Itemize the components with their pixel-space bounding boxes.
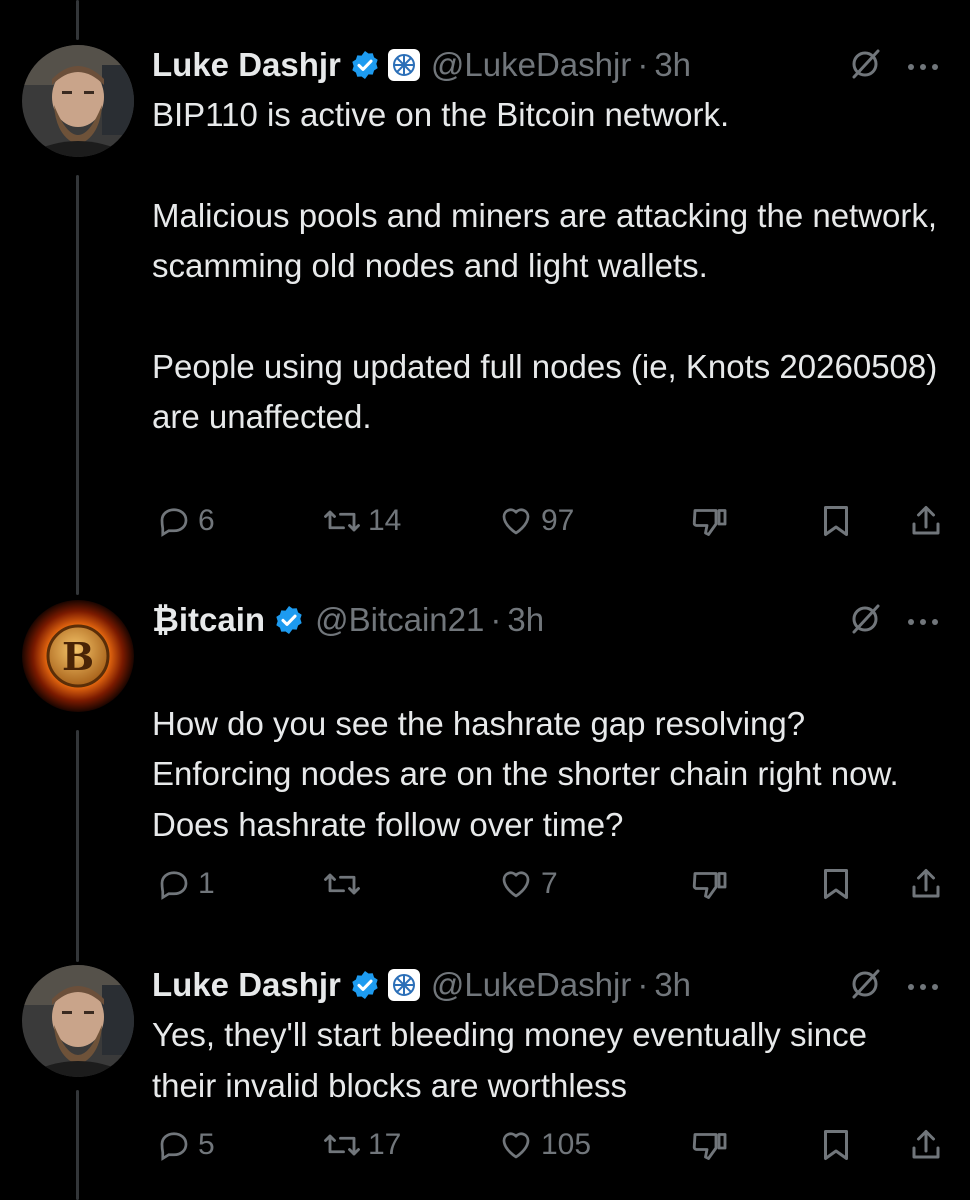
handle[interactable]: @Bitcain21 [315, 601, 484, 639]
reply-icon [160, 508, 188, 537]
verified-badge-icon [273, 604, 305, 636]
more-options-icon[interactable] [905, 614, 945, 632]
tweet-text: Yes, they'll start bleeding money eventu… [152, 1010, 912, 1111]
tweet-header: Luke Dashjr @LukeDashjr · 3h [152, 45, 691, 85]
thread-line [76, 1090, 79, 1200]
downvote-button[interactable] [690, 1127, 730, 1163]
tweet-actions: 5 17 105 [152, 1127, 952, 1167]
like-button[interactable]: 7 [497, 866, 558, 902]
separator: · [490, 601, 502, 638]
more-options-icon[interactable] [905, 59, 945, 77]
timestamp[interactable]: 3h [654, 966, 691, 1004]
handle[interactable]: @LukeDashjr [431, 966, 631, 1004]
bookmark-icon [824, 1130, 848, 1160]
tweet-paragraph: How do you see the hashrate gap resolvin… [152, 704, 899, 843]
thread-line [76, 175, 79, 595]
bookmark-icon [824, 506, 848, 536]
svg-text:B: B [62, 634, 94, 679]
share-icon [912, 869, 940, 898]
repost-count: 14 [368, 504, 402, 537]
share-icon [912, 1130, 940, 1159]
thumbs-down-icon [692, 872, 727, 899]
repost-button[interactable]: 17 [322, 1127, 401, 1163]
like-count: 97 [541, 504, 575, 537]
tweet-text: BIP110 is active on the Bitcoin network.… [152, 90, 952, 443]
bookmark-button[interactable] [820, 503, 852, 539]
downvote-button[interactable] [690, 866, 730, 902]
tweet-actions: 6 14 97 [152, 503, 952, 543]
handle[interactable]: @LukeDashjr [431, 46, 631, 84]
repost-button[interactable] [322, 866, 368, 902]
reply-button[interactable]: 5 [156, 1127, 215, 1163]
reply-button[interactable]: 6 [156, 503, 215, 539]
grok-icon[interactable] [848, 47, 882, 86]
tweet-header: ₿itcain @Bitcain21 · 3h [152, 600, 544, 640]
timestamp[interactable]: 3h [654, 46, 691, 84]
share-button[interactable] [908, 866, 944, 902]
reply-count: 5 [198, 1128, 215, 1161]
reply-count: 6 [198, 504, 215, 537]
like-count: 105 [541, 1128, 592, 1161]
heart-icon [502, 1132, 530, 1159]
reply-count: 1 [198, 867, 215, 900]
display-name[interactable]: Luke Dashjr [152, 46, 341, 84]
display-name[interactable]: ₿itcain [152, 601, 265, 639]
repost-icon [324, 873, 360, 895]
heart-icon [502, 871, 530, 898]
bookmark-icon [824, 869, 848, 899]
affiliate-badge-icon[interactable] [387, 48, 421, 82]
repost-icon [324, 510, 360, 532]
tweet-paragraph: Malicious pools and miners are attacking… [152, 196, 938, 285]
tweet-text: How do you see the hashrate gap resolvin… [152, 648, 932, 901]
tweet-header: Luke Dashjr @LukeDashjr · 3h [152, 965, 691, 1005]
downvote-button[interactable] [690, 503, 730, 539]
share-button[interactable] [908, 1127, 944, 1163]
like-button[interactable]: 97 [497, 503, 574, 539]
display-name[interactable]: Luke Dashjr [152, 966, 341, 1004]
reply-button[interactable]: 1 [156, 866, 215, 902]
thumbs-down-icon [692, 509, 727, 536]
avatar[interactable] [22, 965, 134, 1077]
verified-badge-icon [349, 49, 381, 81]
repost-count: 17 [368, 1128, 402, 1161]
grok-icon[interactable] [848, 967, 882, 1006]
like-button[interactable]: 105 [497, 1127, 591, 1163]
tweet-paragraph: Yes, they'll start bleeding money eventu… [152, 1016, 867, 1104]
bookmark-button[interactable] [820, 1127, 852, 1163]
avatar[interactable]: B [22, 600, 134, 712]
separator: · [637, 46, 649, 83]
grok-icon[interactable] [848, 602, 882, 641]
tweet-actions: 1 7 [152, 866, 952, 906]
affiliate-badge-icon[interactable] [387, 968, 421, 1002]
more-options-icon[interactable] [905, 979, 945, 997]
heart-icon [502, 508, 530, 535]
bookmark-button[interactable] [820, 866, 852, 902]
repost-icon [324, 1134, 360, 1156]
reply-icon [160, 871, 188, 900]
avatar[interactable] [22, 45, 134, 157]
share-button[interactable] [908, 503, 944, 539]
timestamp[interactable]: 3h [507, 601, 544, 639]
share-icon [912, 506, 940, 535]
verified-badge-icon [349, 969, 381, 1001]
tweet-paragraph: People using updated full nodes (ie, Kno… [152, 347, 938, 436]
repost-button[interactable]: 14 [322, 503, 401, 539]
thumbs-down-icon [692, 1133, 727, 1160]
thread-line [76, 730, 79, 962]
tweet-paragraph: BIP110 is active on the Bitcoin network. [152, 96, 730, 133]
separator: · [637, 966, 649, 1003]
reply-icon [160, 1132, 188, 1161]
thread-line [76, 0, 79, 40]
like-count: 7 [541, 867, 558, 900]
